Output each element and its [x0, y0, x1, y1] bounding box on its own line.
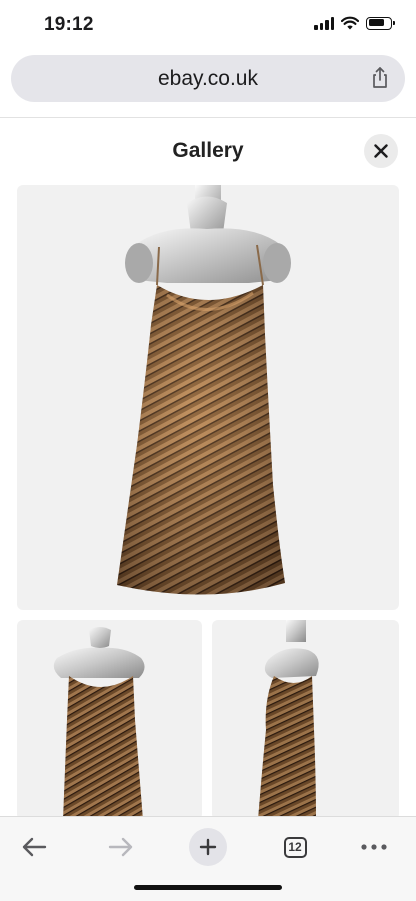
back-button[interactable] [14, 827, 54, 867]
more-button[interactable] [354, 827, 394, 867]
tabs-button[interactable]: 12 [275, 827, 315, 867]
status-icons [314, 16, 395, 30]
status-time: 19:12 [44, 14, 94, 35]
battery-icon [366, 16, 395, 30]
dress-photo-angled [53, 627, 145, 820]
header-divider [0, 117, 416, 118]
new-tab-button[interactable] [188, 827, 228, 867]
more-dots-icon[interactable] [361, 844, 387, 850]
status-bar: 19:12 [0, 0, 416, 54]
cellular-signal-icon [314, 16, 334, 30]
address-bar[interactable]: ebay.co.uk [11, 55, 405, 102]
dress-photo-front [117, 185, 291, 595]
wifi-icon [341, 16, 359, 30]
forward-button[interactable] [101, 827, 141, 867]
gallery-title: Gallery [172, 139, 244, 162]
gallery-thumbnail-1[interactable] [17, 620, 202, 820]
gallery-image-main[interactable] [17, 185, 399, 610]
share-icon[interactable] [367, 65, 393, 91]
home-indicator [134, 885, 282, 890]
back-arrow-icon[interactable] [21, 836, 47, 858]
plus-icon[interactable] [189, 828, 227, 866]
url-text[interactable]: ebay.co.uk [11, 67, 405, 91]
dress-photo-side [258, 620, 319, 820]
forward-arrow-icon[interactable] [108, 836, 134, 858]
tab-count[interactable]: 12 [283, 836, 307, 858]
close-button[interactable] [364, 134, 398, 168]
gallery-thumbnail-2[interactable] [212, 620, 399, 820]
close-icon[interactable] [374, 144, 388, 158]
